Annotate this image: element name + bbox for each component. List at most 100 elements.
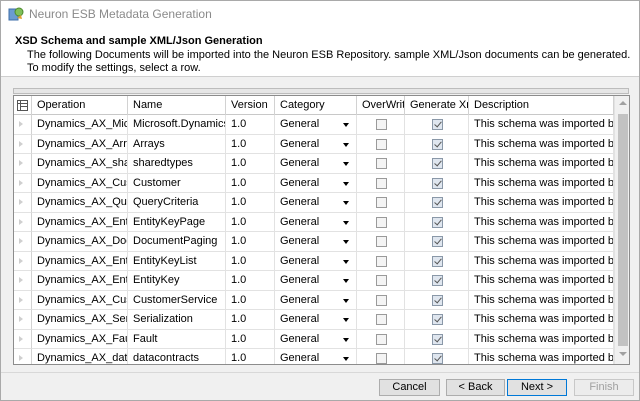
cell-description[interactable]: This schema was imported by th <box>469 212 614 232</box>
overwrite-checkbox[interactable] <box>375 275 387 286</box>
row-header-arrow-icon[interactable] <box>14 349 32 364</box>
row-header-arrow-icon[interactable] <box>14 193 32 213</box>
cell-description[interactable]: This schema was imported by th <box>469 193 614 213</box>
table-row[interactable]: Dynamics_AX_Custor CustomerService 1.0 Gene… <box>14 290 614 310</box>
overwrite-checkbox[interactable] <box>375 314 387 325</box>
dropdown-arrow-icon[interactable] <box>343 240 349 244</box>
cell-category[interactable]: General <box>275 232 357 252</box>
cell-operation[interactable]: Dynamics_AX_Custor <box>32 290 128 310</box>
grid-options-icon[interactable] <box>17 100 28 111</box>
column-header-description[interactable]: Description <box>469 96 614 115</box>
row-header-arrow-icon[interactable] <box>14 173 32 193</box>
cell-category[interactable]: General <box>275 154 357 174</box>
table-row[interactable]: Dynamics_AX_Arrays Arrays 1.0 General This s… <box>14 134 614 154</box>
cell-version[interactable]: 1.0 <box>226 173 275 193</box>
cell-description[interactable]: This schema was imported by th <box>469 154 614 174</box>
cell-description[interactable]: This schema was imported by th <box>469 329 614 349</box>
row-header-arrow-icon[interactable] <box>14 115 32 135</box>
cell-name[interactable]: QueryCriteria <box>128 193 226 213</box>
overwrite-checkbox[interactable] <box>375 216 387 228</box>
cell-version[interactable]: 1.0 <box>226 329 275 349</box>
cell-version[interactable]: 1.0 <box>226 232 275 252</box>
table-row[interactable]: Dynamics_AX_EntityK EntityKeyList 1.0 Gener… <box>14 251 614 271</box>
cell-category[interactable]: General <box>275 251 357 271</box>
row-header-arrow-icon[interactable] <box>14 212 32 232</box>
cell-name[interactable]: EntityKey <box>128 271 226 291</box>
cell-operation[interactable]: Dynamics_AX_dataco <box>32 349 128 364</box>
row-header-arrow-icon[interactable] <box>14 329 32 349</box>
generate-xml-checkbox[interactable] <box>431 119 443 130</box>
column-header-name[interactable]: Name <box>128 96 226 115</box>
cell-operation[interactable]: Dynamics_AX_Arrays <box>32 134 128 154</box>
generate-xml-checkbox[interactable] <box>431 314 443 325</box>
cell-operation[interactable]: Dynamics_AX_Fault <box>32 329 128 349</box>
cell-operation[interactable]: Dynamics_AX_Custor <box>32 173 128 193</box>
generate-xml-checkbox[interactable] <box>431 138 443 150</box>
cell-description[interactable]: This schema was imported by th <box>469 115 614 135</box>
cell-category[interactable]: General <box>275 134 357 154</box>
dropdown-arrow-icon[interactable] <box>343 123 349 127</box>
overwrite-checkbox[interactable] <box>375 294 387 306</box>
cell-operation[interactable]: Dynamics_AX_QueryC <box>32 193 128 213</box>
cell-category[interactable]: General <box>275 193 357 213</box>
cell-operation[interactable]: Dynamics_AX_Docum <box>32 232 128 252</box>
column-header-category[interactable]: Category <box>275 96 357 115</box>
column-header-version[interactable]: Version <box>226 96 275 115</box>
overwrite-checkbox[interactable] <box>375 236 387 247</box>
dropdown-arrow-icon[interactable] <box>343 259 349 264</box>
row-header-arrow-icon[interactable] <box>14 134 32 154</box>
cell-operation[interactable]: Dynamics_AX_Serializ <box>32 310 128 330</box>
cell-description[interactable]: This schema was imported by th <box>469 251 614 271</box>
dropdown-arrow-icon[interactable] <box>343 142 349 147</box>
column-header-overwrite[interactable]: OverWrit <box>357 96 405 115</box>
cell-version[interactable]: 1.0 <box>226 310 275 330</box>
cell-operation[interactable]: Dynamics_AX_EntityK <box>32 212 128 232</box>
dropdown-arrow-icon[interactable] <box>343 357 349 361</box>
table-row[interactable]: Dynamics_AX_Serializ Serialization 1.0 Gene… <box>14 310 614 330</box>
overwrite-checkbox[interactable] <box>375 197 387 208</box>
scroll-down-icon[interactable] <box>619 352 627 356</box>
cancel-button[interactable]: Cancel <box>379 379 440 396</box>
cell-category[interactable]: General <box>275 329 357 349</box>
cell-operation[interactable]: Dynamics_AX_Micros <box>32 115 128 135</box>
cell-version[interactable]: 1.0 <box>226 193 275 213</box>
cell-version[interactable]: 1.0 <box>226 271 275 291</box>
cell-name[interactable]: Fault <box>128 329 226 349</box>
select-all-cell[interactable] <box>14 96 32 115</box>
overwrite-checkbox[interactable] <box>375 353 387 364</box>
cell-description[interactable]: This schema was imported by th <box>469 310 614 330</box>
cell-name[interactable]: Arrays <box>128 134 226 154</box>
overwrite-checkbox[interactable] <box>375 333 387 345</box>
row-header-arrow-icon[interactable] <box>14 251 32 271</box>
dropdown-arrow-icon[interactable] <box>343 279 349 283</box>
generate-xml-checkbox[interactable] <box>431 158 443 169</box>
row-header-arrow-icon[interactable] <box>14 154 32 174</box>
table-row[interactable]: Dynamics_AX_EntityK EntityKeyPage 1.0 Gener… <box>14 212 614 232</box>
column-header-generate-xml[interactable]: Generate Xm <box>405 96 469 115</box>
dropdown-arrow-icon[interactable] <box>343 318 349 322</box>
overwrite-checkbox[interactable] <box>375 158 387 169</box>
generate-xml-checkbox[interactable] <box>431 236 443 247</box>
generate-xml-checkbox[interactable] <box>431 333 443 345</box>
back-button[interactable]: < Back <box>446 379 505 396</box>
dropdown-arrow-icon[interactable] <box>343 298 349 303</box>
cell-operation[interactable]: Dynamics_AX_shared <box>32 154 128 174</box>
table-row[interactable]: Dynamics_AX_Docum DocumentPaging 1.0 Genera… <box>14 232 614 252</box>
cell-name[interactable]: EntityKeyPage <box>128 212 226 232</box>
cell-category[interactable]: General <box>275 349 357 364</box>
cell-name[interactable]: Microsoft.Dynamics.A <box>128 115 226 135</box>
scroll-up-icon[interactable] <box>619 101 627 105</box>
table-row[interactable]: Dynamics_AX_shared sharedtypes 1.0 General T… <box>14 154 614 174</box>
cell-category[interactable]: General <box>275 212 357 232</box>
overwrite-checkbox[interactable] <box>375 255 387 267</box>
cell-name[interactable]: datacontracts <box>128 349 226 364</box>
generate-xml-checkbox[interactable] <box>431 216 443 228</box>
cell-description[interactable]: This schema was imported by th <box>469 349 614 364</box>
row-header-arrow-icon[interactable] <box>14 290 32 310</box>
documents-grid[interactable]: Operation Name Version Category OverWrit… <box>13 95 630 365</box>
cell-name[interactable]: Customer <box>128 173 226 193</box>
dropdown-arrow-icon[interactable] <box>343 162 349 166</box>
scroll-thumb[interactable] <box>618 114 628 346</box>
generate-xml-checkbox[interactable] <box>431 197 443 208</box>
cell-category[interactable]: General <box>275 310 357 330</box>
